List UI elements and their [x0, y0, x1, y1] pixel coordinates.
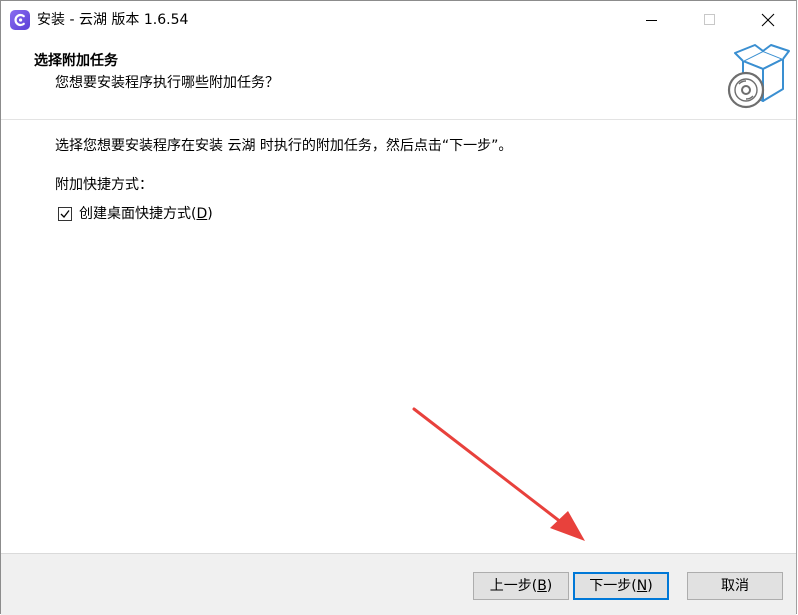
installer-window: 安装 - 云湖 版本 1.6.54 选择附加任务 您想要安装程序执行哪些附加任务…: [0, 0, 797, 615]
minimize-icon: [646, 20, 657, 21]
back-button[interactable]: 上一步(B): [473, 572, 569, 600]
back-button-label: 上一步(: [489, 578, 538, 594]
next-button-accel-key: N: [636, 578, 648, 594]
page-title: 选择附加任务: [34, 53, 118, 69]
shortcut-group-label: 附加快捷方式：: [55, 177, 153, 193]
desktop-shortcut-accel-key: D: [196, 206, 208, 222]
back-button-accel-key: B: [537, 578, 547, 594]
wizard-header: 选择附加任务 您想要安装程序执行哪些附加任务？: [1, 39, 796, 120]
maximize-button[interactable]: [681, 1, 739, 39]
window-title: 安装 - 云湖 版本 1.6.54: [37, 12, 189, 28]
checkmark-icon: [60, 210, 70, 218]
back-button-label-end: ): [546, 578, 553, 594]
next-button-label: 下一步(: [589, 578, 637, 594]
desktop-shortcut-checkbox[interactable]: [58, 207, 72, 221]
desktop-shortcut-label-text: 创建桌面快捷方式(: [79, 206, 197, 222]
close-button[interactable]: [739, 1, 797, 39]
task-description: 选择您想要安装程序在安装 云湖 时执行的附加任务，然后点击“下一步”。: [55, 138, 513, 154]
desktop-shortcut-label: 创建桌面快捷方式(D): [79, 204, 213, 224]
desktop-shortcut-option[interactable]: 创建桌面快捷方式(D): [58, 204, 213, 224]
page-subtitle: 您想要安装程序执行哪些附加任务？: [55, 75, 279, 91]
wizard-footer: 上一步(B) 下一步(N) 取消: [1, 553, 796, 615]
title-bar[interactable]: 安装 - 云湖 版本 1.6.54: [1, 1, 796, 39]
setup-box-disc-icon: [723, 43, 793, 113]
cancel-button[interactable]: 取消: [687, 572, 783, 600]
next-button[interactable]: 下一步(N): [573, 572, 669, 600]
minimize-button[interactable]: [623, 1, 681, 39]
desktop-shortcut-label-end: ): [207, 206, 213, 222]
next-button-label-end: ): [647, 578, 653, 594]
yunhu-app-icon: [10, 10, 30, 30]
close-icon: [761, 13, 775, 27]
maximize-icon: [704, 14, 715, 25]
wizard-content: 选择您想要安装程序在安装 云湖 时执行的附加任务，然后点击“下一步”。 附加快捷…: [1, 120, 796, 552]
